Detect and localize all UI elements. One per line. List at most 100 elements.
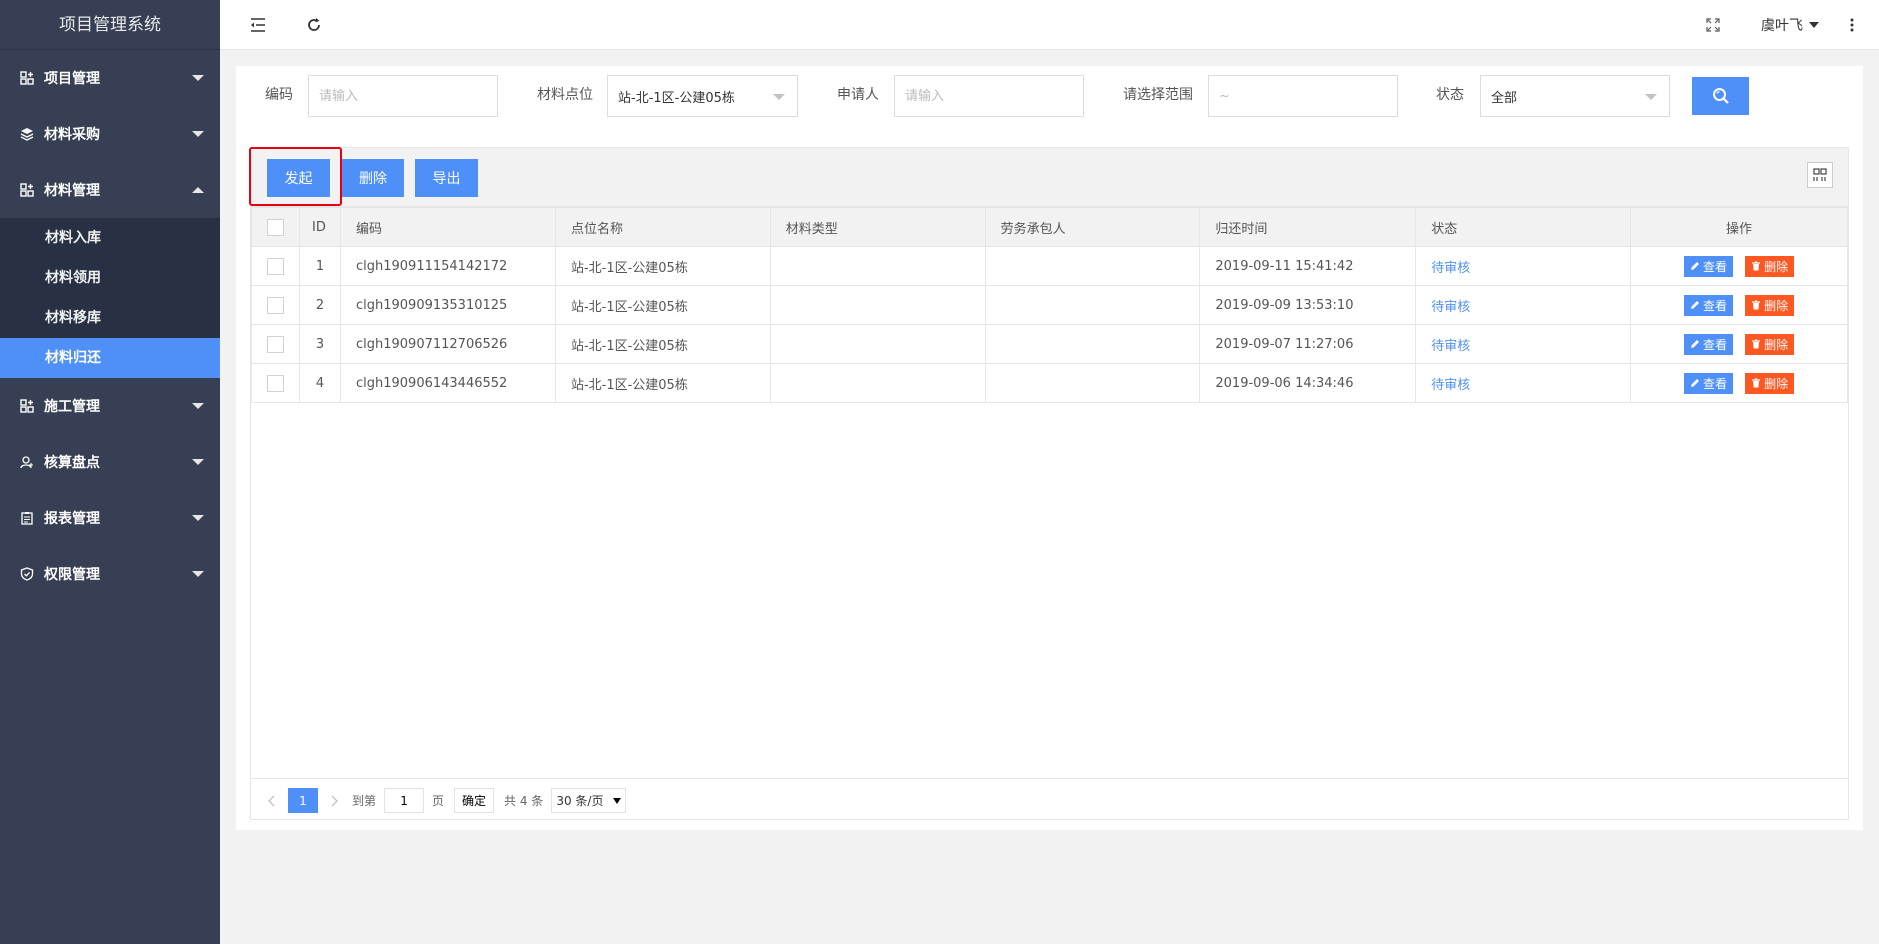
sidebar-item-label: 权限管理 (44, 567, 100, 583)
export-button[interactable]: 导出 (415, 159, 478, 197)
search-button[interactable] (1692, 77, 1749, 115)
user-icon (20, 455, 34, 469)
sidebar-item-construction[interactable]: 施工管理 (0, 378, 220, 434)
code-input[interactable] (308, 75, 498, 117)
view-button[interactable]: 查看 (1683, 294, 1733, 316)
cell-status: 待审核 (1415, 324, 1632, 364)
cell-location: 站-北-1区-公建05栋 (554, 324, 771, 364)
layers-icon (20, 127, 34, 141)
sidebar-item-purchase[interactable]: 材料采购 (0, 106, 220, 162)
table-row: 4 clgh190906143446552 站-北-1区-公建05栋 2019-… (251, 363, 1848, 403)
cell-contractor (984, 363, 1201, 403)
cell-return-time: 2019-09-06 14:34:46 (1199, 363, 1417, 403)
page-current[interactable]: 1 (288, 788, 318, 813)
status-select[interactable]: 全部 (1480, 75, 1670, 117)
sidebar-subitem-inbound[interactable]: 材料入库 (0, 218, 220, 258)
total-count: 共 4 条 (504, 794, 544, 808)
user-menu[interactable]: 虞叶飞 (1761, 15, 1819, 35)
more-vertical-icon[interactable] (1842, 15, 1862, 35)
sidebar-subitem-requisition[interactable]: 材料领用 (0, 258, 220, 298)
chevron-down-icon (192, 515, 204, 521)
launch-button[interactable]: 发起 (267, 159, 330, 197)
table-row: 1 clgh190911154142172 站-北-1区-公建05栋 2019-… (251, 246, 1848, 286)
row-select-cell (251, 363, 300, 403)
col-header-code[interactable]: 编码 (339, 207, 556, 247)
sidebar-item-permissions[interactable]: 权限管理 (0, 546, 220, 602)
pencil-icon (1690, 379, 1699, 387)
grid-plus-icon (20, 399, 34, 413)
date-range-input[interactable]: ~ (1208, 75, 1398, 117)
row-checkbox[interactable] (267, 335, 284, 353)
col-header-status[interactable]: 状态 (1415, 207, 1632, 247)
sidebar-subitem-transfer[interactable]: 材料移库 (0, 298, 220, 338)
sidebar-item-material[interactable]: 材料管理 (0, 162, 220, 218)
grid-plus-icon (20, 71, 34, 85)
next-page-icon[interactable] (328, 789, 342, 813)
status-link[interactable]: 待审核 (1431, 339, 1470, 354)
sidebar-subitem-return[interactable]: 材料归还 (0, 338, 220, 378)
location-label: 材料点位 (537, 87, 593, 103)
col-header-return-time[interactable]: 归还时间 (1199, 207, 1417, 247)
status-link[interactable]: 待审核 (1431, 261, 1470, 276)
submenu-material: 材料入库 材料领用 材料移库 材料归还 (0, 218, 220, 378)
col-header-id[interactable]: ID (299, 207, 341, 247)
sidebar-item-accounting[interactable]: 核算盘点 (0, 434, 220, 490)
prev-page-icon[interactable] (264, 789, 278, 813)
sidebar-item-project[interactable]: 项目管理 (0, 50, 220, 106)
cell-type (769, 363, 986, 403)
chevron-down-icon (1809, 22, 1819, 28)
cell-id: 4 (299, 363, 341, 403)
trash-icon (1752, 300, 1761, 310)
chevron-down-icon (192, 75, 204, 81)
select-all-checkbox[interactable] (267, 218, 284, 236)
row-select-cell (251, 324, 300, 364)
view-button[interactable]: 查看 (1683, 255, 1733, 277)
fullscreen-icon[interactable] (1703, 15, 1723, 35)
row-select-cell (251, 285, 300, 325)
view-button[interactable]: 查看 (1683, 333, 1733, 355)
refresh-icon[interactable] (304, 15, 324, 35)
page-size-select[interactable]: 30 条/页 (551, 788, 627, 813)
row-delete-button[interactable]: 删除 (1745, 255, 1795, 277)
status-link[interactable]: 待审核 (1431, 378, 1470, 393)
goto-page-input[interactable] (384, 788, 425, 813)
view-label: 查看 (1702, 259, 1727, 274)
row-checkbox[interactable] (267, 257, 284, 275)
row-checkbox[interactable] (267, 296, 284, 314)
cell-id: 3 (299, 324, 341, 364)
status-value: 全部 (1491, 90, 1518, 106)
row-delete-button[interactable]: 删除 (1745, 333, 1795, 355)
table-row: 3 clgh190907112706526 站-北-1区-公建05栋 2019-… (251, 324, 1848, 364)
delete-button[interactable]: 删除 (342, 159, 404, 197)
code-label: 编码 (265, 87, 293, 103)
row-select-cell (251, 246, 300, 286)
sidebar-item-reports[interactable]: 报表管理 (0, 490, 220, 546)
data-table-container: 发起 删除 导出 ID 编码 点位名称 材料类型 劳务承包人 归还时间 状态 操… (249, 147, 1849, 820)
view-button[interactable]: 查看 (1683, 372, 1733, 394)
pagination-bar: 1 到第 页 确定 共 4 条 30 条/页 (250, 778, 1849, 820)
column-filter-button[interactable] (1807, 162, 1833, 188)
row-delete-button[interactable]: 删除 (1745, 294, 1795, 316)
applicant-input[interactable] (894, 75, 1084, 117)
col-header-type[interactable]: 材料类型 (769, 207, 986, 247)
columns-icon (1813, 168, 1827, 181)
view-label: 查看 (1702, 376, 1727, 391)
sidebar-item-label: 报表管理 (44, 511, 100, 527)
location-value: 站-北-1区-公建05栋 (618, 90, 735, 106)
shield-check-icon (20, 567, 34, 581)
location-select[interactable]: 站-北-1区-公建05栋 (607, 75, 798, 117)
goto-confirm-button[interactable]: 确定 (454, 788, 495, 813)
status-link[interactable]: 待审核 (1431, 300, 1470, 315)
table-row: 2 clgh190909135310125 站-北-1区-公建05栋 2019-… (251, 285, 1848, 325)
col-header-contractor[interactable]: 劳务承包人 (984, 207, 1201, 247)
collapse-menu-icon[interactable] (248, 15, 268, 35)
row-delete-button[interactable]: 删除 (1745, 372, 1795, 394)
applicant-label: 申请人 (837, 87, 879, 103)
cell-code: clgh190907112706526 (339, 324, 556, 364)
row-checkbox[interactable] (267, 374, 284, 392)
table-header-row: ID 编码 点位名称 材料类型 劳务承包人 归还时间 状态 操作 (251, 207, 1848, 247)
col-header-location[interactable]: 点位名称 (554, 207, 771, 247)
cell-return-time: 2019-09-07 11:27:06 (1199, 324, 1417, 364)
pagination: 1 到第 页 确定 共 4 条 30 条/页 (264, 788, 627, 813)
cell-id: 2 (299, 285, 341, 325)
